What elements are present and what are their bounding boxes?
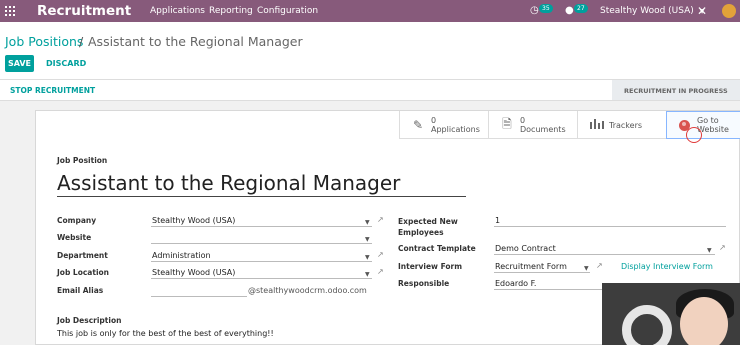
- applications-label: Applications: [431, 125, 480, 134]
- email-alias-field[interactable]: [151, 286, 247, 297]
- breadcrumb-parent[interactable]: Job Positions: [5, 34, 83, 49]
- message-count-badge: 27: [574, 4, 588, 13]
- bar-chart-icon: [590, 118, 604, 132]
- interview-form-field[interactable]: Recruitment Form: [494, 262, 590, 273]
- chevron-down-icon[interactable]: ▼: [707, 247, 712, 254]
- email-alias-domain: @stealthywoodcrm.odoo.com: [248, 286, 367, 295]
- external-link-icon[interactable]: ↗: [377, 215, 384, 224]
- chevron-down-icon[interactable]: ▼: [365, 236, 370, 243]
- menu-reporting[interactable]: Reporting: [209, 6, 253, 16]
- documents-smart-button[interactable]: 🗎 0 Documents: [488, 111, 577, 139]
- chevron-down-icon[interactable]: ▼: [365, 271, 370, 278]
- top-navbar: Recruitment Applications Reporting Confi…: [0, 0, 740, 22]
- documents-label: Documents: [520, 125, 566, 134]
- expected-employees-label: Expected New Employees: [398, 217, 458, 237]
- job-description-label: Job Description: [57, 316, 122, 325]
- cursor-highlight-icon: [686, 127, 702, 143]
- discard-button[interactable]: DISCARD: [46, 59, 86, 68]
- breadcrumb-current: Assistant to the Regional Manager: [88, 34, 303, 49]
- applications-smart-button[interactable]: ✎ 0 Applications: [399, 111, 488, 139]
- job-location-label: Job Location: [57, 268, 110, 277]
- external-link-icon[interactable]: ↗: [377, 267, 384, 276]
- save-button[interactable]: SAVE: [5, 55, 34, 72]
- webcam-overlay: [602, 283, 740, 345]
- external-link-icon[interactable]: ↗: [596, 261, 603, 270]
- pencil-icon: ✎: [412, 118, 424, 132]
- chat-bubble-icon[interactable]: ●: [565, 5, 574, 16]
- external-link-icon[interactable]: ↗: [719, 243, 726, 252]
- menu-applications[interactable]: Applications: [150, 6, 205, 16]
- app-brand[interactable]: Recruitment: [37, 3, 131, 19]
- close-icon[interactable]: ✕: [697, 4, 707, 18]
- trackers-smart-button[interactable]: Trackers: [577, 111, 666, 139]
- job-description-field[interactable]: This job is only for the best of the bes…: [57, 329, 274, 338]
- status-bar: STOP RECRUITMENT RECRUITMENT IN PROGRESS: [0, 80, 740, 101]
- control-panel: Job Positions / Assistant to the Regiona…: [0, 22, 740, 80]
- website-field[interactable]: [151, 233, 372, 244]
- user-avatar[interactable]: [722, 4, 736, 18]
- email-alias-label: Email Alias: [57, 286, 104, 295]
- file-icon: 🗎: [502, 116, 512, 131]
- company-switcher[interactable]: Stealthy Wood (USA) ▼: [600, 6, 704, 16]
- title-underline: [57, 196, 466, 197]
- job-title-input[interactable]: Assistant to the Regional Manager: [57, 171, 400, 195]
- contract-template-field[interactable]: Demo Contract: [494, 244, 715, 255]
- applications-count: 0: [431, 116, 437, 125]
- website-label: Website: [57, 233, 92, 242]
- company-field[interactable]: Stealthy Wood (USA): [151, 216, 372, 227]
- department-field[interactable]: Administration: [151, 251, 372, 262]
- interview-form-label: Interview Form: [398, 262, 463, 271]
- responsible-label: Responsible: [398, 279, 450, 288]
- external-link-icon[interactable]: ↗: [377, 250, 384, 259]
- expected-employees-field[interactable]: 1: [494, 216, 726, 227]
- job-position-label: Job Position: [57, 156, 108, 165]
- chevron-down-icon[interactable]: ▼: [365, 219, 370, 226]
- trackers-label: Trackers: [609, 120, 643, 130]
- documents-count: 0: [520, 116, 526, 125]
- department-label: Department: [57, 251, 108, 260]
- responsible-field[interactable]: Edoardo F.: [494, 279, 604, 290]
- stop-recruitment-button[interactable]: STOP RECRUITMENT: [10, 86, 95, 95]
- apps-grid-icon[interactable]: [5, 6, 15, 16]
- company-name: Stealthy Wood (USA): [600, 6, 694, 16]
- logo-ring: [622, 305, 672, 345]
- website-label-line1: Go to: [697, 116, 719, 125]
- go-to-website-smart-button[interactable]: Go to Website: [666, 111, 740, 139]
- contract-template-label: Contract Template: [398, 244, 476, 253]
- company-label: Company: [57, 216, 97, 225]
- display-interview-form-link[interactable]: Display Interview Form: [621, 262, 713, 271]
- menu-configuration[interactable]: Configuration: [257, 6, 318, 16]
- stage-recruitment-in-progress[interactable]: RECRUITMENT IN PROGRESS: [612, 80, 740, 100]
- activity-clock-icon[interactable]: ◷: [530, 5, 539, 16]
- breadcrumb-separator: /: [79, 34, 84, 49]
- chevron-down-icon[interactable]: ▼: [584, 265, 589, 272]
- chevron-down-icon[interactable]: ▼: [365, 254, 370, 261]
- activity-count-badge: 35: [539, 4, 553, 13]
- presenter-face: [680, 297, 728, 345]
- job-location-field[interactable]: Stealthy Wood (USA): [151, 268, 372, 279]
